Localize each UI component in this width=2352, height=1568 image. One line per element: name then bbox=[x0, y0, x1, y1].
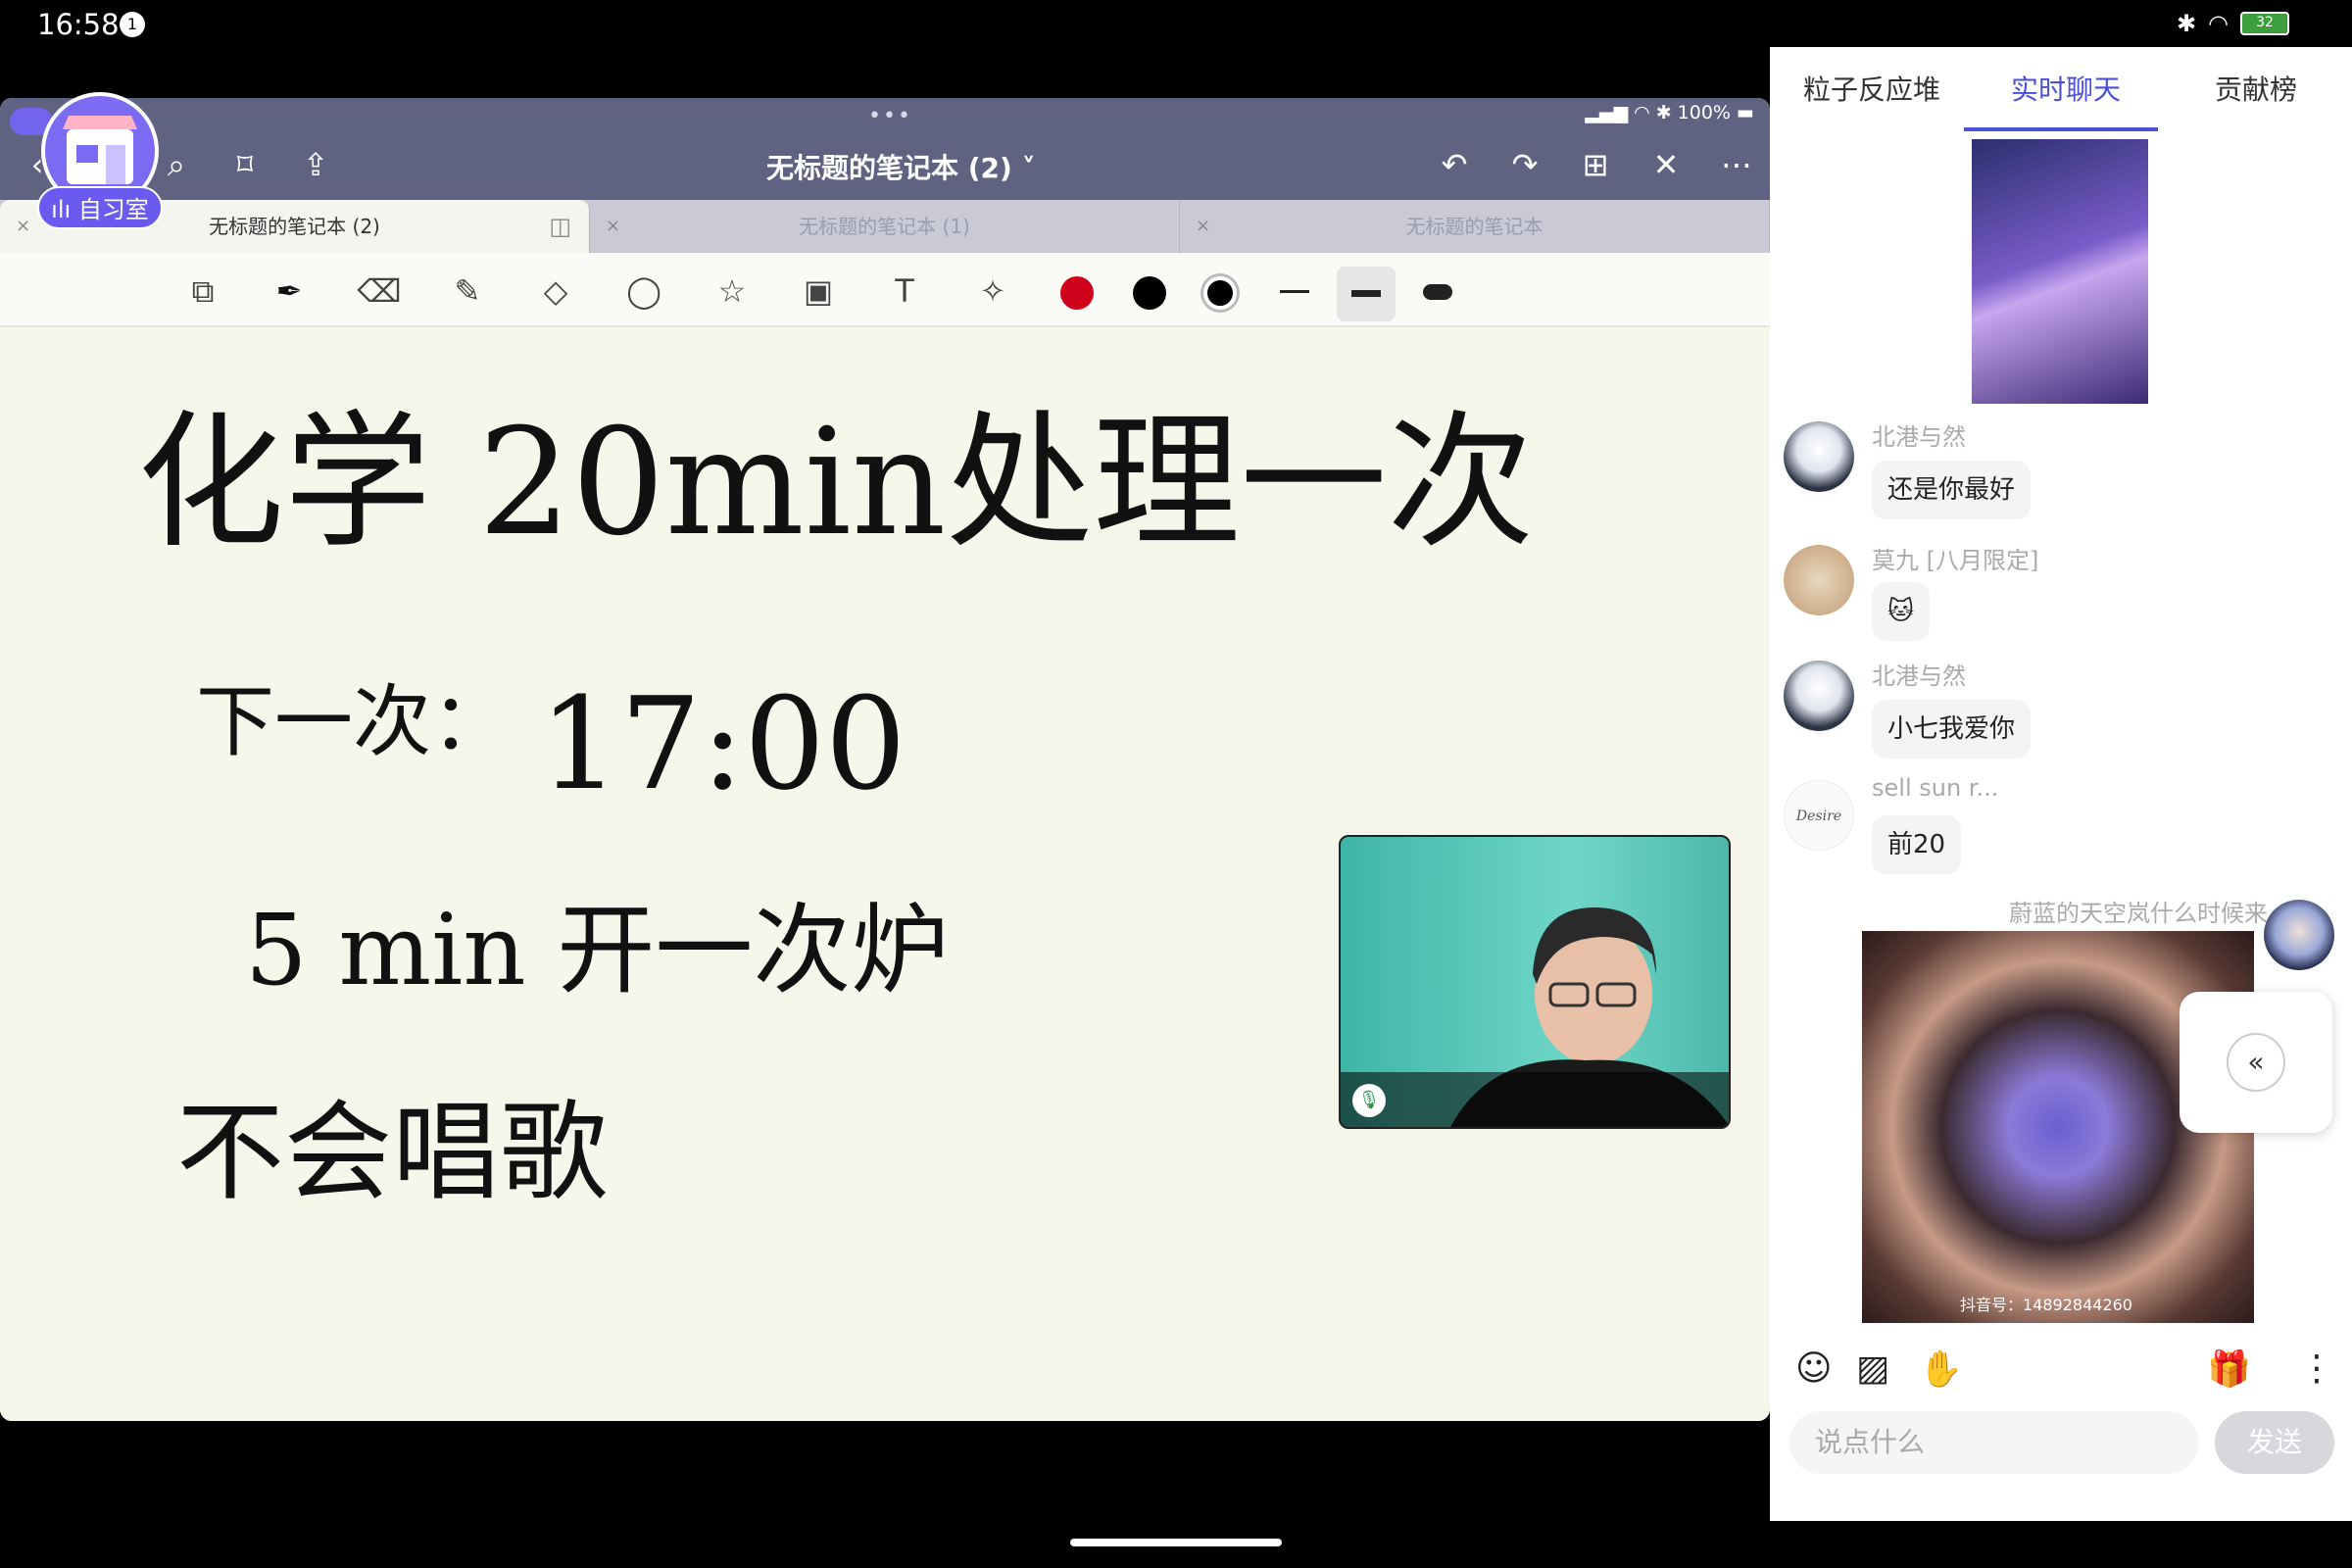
emoji-icon[interactable]: ☺ bbox=[1795, 1348, 1833, 1389]
wifi-icon: ◠ bbox=[2208, 10, 2229, 37]
tab-notebook[interactable]: × 无标题的笔记本 bbox=[1180, 200, 1770, 253]
raise-hand-icon[interactable]: ✋ bbox=[1919, 1348, 1963, 1390]
close-icon[interactable]: ✕ bbox=[1646, 145, 1686, 184]
more-vertical-icon[interactable]: ⋮ bbox=[2299, 1348, 2334, 1389]
stroke-medium[interactable] bbox=[1337, 267, 1396, 321]
sticker-icon[interactable]: ☆ bbox=[706, 265, 759, 318]
color-red[interactable] bbox=[1060, 276, 1094, 310]
message-bubble: 🐱 bbox=[1872, 582, 1931, 641]
avatar[interactable] bbox=[1784, 421, 1854, 492]
gift-icon[interactable]: 🎁 bbox=[2207, 1348, 2251, 1390]
text-icon[interactable]: T bbox=[878, 265, 931, 318]
image-upload-icon[interactable]: ▨ bbox=[1856, 1348, 1889, 1389]
notes-app: ••• ▂▄▆ ◠ ✱ 100% ▬ ‹ ⌕ ⌑ ⇪ 无标题的笔记本 (2) ˅… bbox=[0, 98, 1770, 1421]
notes-header: ••• ▂▄▆ ◠ ✱ 100% ▬ ‹ ⌕ ⌑ ⇪ 无标题的笔记本 (2) ˅… bbox=[0, 98, 1770, 206]
stroke-thin[interactable] bbox=[1280, 290, 1309, 293]
image-icon[interactable]: ▣ bbox=[792, 265, 845, 318]
color-black[interactable] bbox=[1133, 276, 1166, 310]
notebook-title[interactable]: 无标题的笔记本 (2) ˅ bbox=[766, 147, 1036, 186]
chat-input[interactable]: 说点什么 bbox=[1789, 1411, 2199, 1474]
avatar[interactable] bbox=[2264, 900, 2334, 970]
bluetooth-icon: ✱ bbox=[2176, 10, 2197, 37]
more-icon[interactable]: ⋯ bbox=[1717, 145, 1756, 184]
eraser-icon[interactable]: ⌫ bbox=[353, 265, 406, 318]
chat-panel: 粒子反应堆 实时聊天 贡献榜 北港与然 还是你最好 莫九 [八月限定] 🐱 北港… bbox=[1770, 47, 2352, 1521]
notification-badge: 1 bbox=[120, 12, 145, 37]
notebook-tabs: × 无标题的笔记本 (2) ◫ × 无标题的笔记本 (1) × 无标题的笔记本 bbox=[0, 200, 1770, 253]
avatar[interactable] bbox=[1784, 661, 1854, 731]
message-bubble: 前20 bbox=[1872, 815, 1962, 874]
study-room-label[interactable]: ılı 自习室 bbox=[37, 186, 163, 229]
username[interactable]: 蔚蓝的天空岚什么时候来 bbox=[2009, 894, 2268, 928]
username[interactable]: 北港与然 bbox=[1872, 417, 1966, 452]
handwriting-line: 下一次： bbox=[196, 676, 510, 767]
collapse-button[interactable]: « bbox=[2180, 992, 2332, 1133]
pen-icon[interactable]: ✒ bbox=[263, 265, 316, 318]
video-pip[interactable]: 🎙 bbox=[1339, 835, 1731, 1129]
avatar[interactable]: Desire bbox=[1784, 780, 1854, 851]
send-button[interactable]: 发送 bbox=[2215, 1411, 2334, 1474]
tab-particle-reactor[interactable]: 粒子反应堆 bbox=[1803, 69, 1940, 108]
tab-notebook-1[interactable]: × 无标题的笔记本 (1) bbox=[590, 200, 1180, 253]
handwriting-line: 化学 20min处理一次 bbox=[137, 398, 1534, 568]
active-tab-indicator bbox=[1964, 127, 2158, 131]
message-bubble: 还是你最好 bbox=[1872, 461, 2032, 519]
highlighter-icon[interactable]: ✎ bbox=[441, 265, 494, 318]
undo-icon[interactable]: ↶ bbox=[1435, 145, 1474, 184]
image-watermark: 抖音号：14892844260 bbox=[1960, 1296, 2132, 1314]
split-view-icon[interactable]: ◫ bbox=[549, 200, 571, 253]
tab-close-icon[interactable]: × bbox=[1196, 200, 1210, 253]
stroke-thick[interactable] bbox=[1423, 284, 1452, 300]
handwriting-line: 5 min 开一次炉 bbox=[245, 893, 949, 1007]
tab-live-chat[interactable]: 实时聊天 bbox=[2011, 69, 2121, 108]
lasso-icon[interactable]: ◯ bbox=[617, 265, 670, 318]
screen: 16:58 1 ✱ ◠ 32 ••• ▂▄▆ ◠ ✱ 100% ▬ ‹ ⌕ ⌑ … bbox=[0, 0, 2352, 1568]
share-icon[interactable]: ⇪ bbox=[296, 145, 335, 184]
username[interactable]: 北港与然 bbox=[1872, 657, 1966, 691]
tab-close-icon[interactable]: × bbox=[606, 200, 620, 253]
window-handle-icon[interactable]: ••• bbox=[868, 104, 912, 128]
username[interactable]: 莫九 [八月限定] bbox=[1872, 541, 2038, 575]
pip-bottom-bar bbox=[1341, 1072, 1729, 1127]
color-selected[interactable] bbox=[1203, 276, 1237, 310]
status-icons: ✱ ◠ 32 bbox=[2177, 10, 2289, 37]
tab-close-icon[interactable]: × bbox=[16, 200, 30, 253]
drawing-toolbar: ⧉ ✒ ⌫ ✎ ◇ ◯ ☆ ▣ T ✧ bbox=[0, 253, 1770, 327]
chat-image[interactable] bbox=[1972, 139, 2148, 404]
username[interactable]: sell sun r... bbox=[1872, 774, 1998, 802]
message-bubble: 小七我爱你 bbox=[1872, 700, 2032, 759]
double-chevron-left-icon: « bbox=[2227, 1033, 2285, 1092]
laser-pointer-icon[interactable]: ✧ bbox=[966, 265, 1019, 318]
tab-contribution[interactable]: 贡献榜 bbox=[2215, 69, 2297, 108]
shapes-icon[interactable]: ◇ bbox=[529, 265, 582, 318]
redo-icon[interactable]: ↷ bbox=[1505, 145, 1544, 184]
mic-icon[interactable]: 🎙 bbox=[1352, 1084, 1386, 1117]
page-layout-icon[interactable]: ⧉ bbox=[176, 265, 229, 318]
battery-icon: 32 bbox=[2240, 12, 2289, 35]
handwriting-line: 17:00 bbox=[539, 669, 906, 818]
search-icon[interactable]: ⌕ bbox=[157, 145, 196, 184]
handwriting-line: 不会唱歌 bbox=[176, 1090, 608, 1215]
status-time: 16:58 bbox=[37, 8, 120, 41]
add-page-icon[interactable]: ⊞ bbox=[1576, 145, 1615, 184]
device-status: ▂▄▆ ◠ ✱ 100% ▬ bbox=[1585, 102, 1754, 123]
home-indicator[interactable] bbox=[1070, 1539, 1282, 1546]
bookmark-icon[interactable]: ⌑ bbox=[225, 145, 265, 184]
avatar[interactable] bbox=[1784, 545, 1854, 615]
